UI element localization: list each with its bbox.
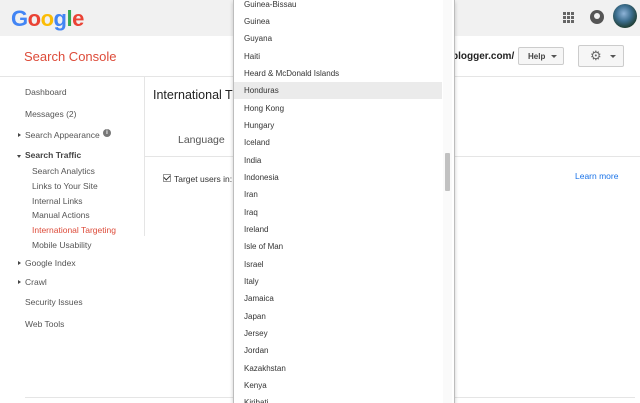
help-label: Help — [528, 52, 546, 61]
info-icon[interactable]: i — [103, 129, 111, 137]
sidebar-subitem-manual-actions[interactable]: Manual Actions — [32, 210, 90, 220]
sidebar-item-search-traffic[interactable]: Search Traffic — [25, 150, 81, 160]
target-users-label: Target users in: — [174, 174, 233, 184]
notifications-account-icon[interactable] — [590, 10, 604, 24]
google-logo[interactable]: Google — [11, 6, 84, 32]
dropdown-option[interactable]: Jordan — [234, 342, 442, 359]
dropdown-option[interactable]: Guinea-Bissau — [234, 0, 442, 13]
dropdown-option-highlighted[interactable]: Honduras — [234, 82, 442, 99]
sidebar-item-search-appearance[interactable]: Search Appearance — [25, 130, 100, 140]
sidebar-item-google-index[interactable]: Google Index — [25, 258, 76, 268]
dropdown-option[interactable]: Kiribati — [234, 394, 442, 403]
sidebar-subitem-links-to-site[interactable]: Links to Your Site — [32, 181, 98, 191]
dropdown-option[interactable]: Kenya — [234, 377, 442, 394]
chevron-down-icon — [17, 155, 21, 158]
learn-more-link[interactable]: Learn more — [575, 171, 618, 181]
dropdown-option[interactable]: Iraq — [234, 204, 442, 221]
help-button[interactable]: Help — [518, 47, 564, 65]
sidebar-item-web-tools[interactable]: Web Tools — [25, 319, 64, 329]
dropdown-option[interactable]: Guyana — [234, 30, 442, 47]
dropdown-option[interactable]: India — [234, 152, 442, 169]
dropdown-option[interactable]: Indonesia — [234, 169, 442, 186]
sidebar-subitem-international-targeting[interactable]: International Targeting — [32, 225, 116, 235]
sidebar-item-dashboard[interactable]: Dashboard — [25, 87, 67, 97]
dropdown-option[interactable]: Ireland — [234, 221, 442, 238]
site-url[interactable]: blogger.com/ — [452, 51, 514, 62]
sidebar-item-security-issues[interactable]: Security Issues — [25, 297, 83, 307]
dropdown-option[interactable]: Heard & McDonald Islands — [234, 65, 442, 82]
dropdown-option[interactable]: Japan — [234, 308, 442, 325]
chevron-right-icon — [18, 280, 21, 284]
settings-button[interactable]: ⚙ — [578, 45, 624, 67]
country-dropdown-list[interactable]: Guinea-Bissau Guinea Guyana Haiti Heard … — [233, 0, 455, 403]
chevron-right-icon — [18, 133, 21, 137]
avatar[interactable] — [613, 4, 637, 28]
dropdown-option[interactable]: Italy — [234, 273, 442, 290]
dropdown-option[interactable]: Jersey — [234, 325, 442, 342]
apps-grid-icon[interactable] — [563, 12, 574, 23]
sidebar-subitem-search-analytics[interactable]: Search Analytics — [32, 166, 95, 176]
sidebar-item-crawl[interactable]: Crawl — [25, 277, 47, 287]
dropdown-option[interactable]: Jamaica — [234, 290, 442, 307]
dropdown-option[interactable]: Isle of Man — [234, 238, 442, 255]
dropdown-option[interactable]: Guinea — [234, 13, 442, 30]
chevron-down-icon — [551, 55, 557, 58]
sidebar-item-messages[interactable]: Messages (2) — [25, 109, 77, 119]
dropdown-scrollbar-track[interactable] — [443, 0, 452, 403]
dropdown-option[interactable]: Iceland — [234, 134, 442, 151]
sidebar-subitem-mobile-usability[interactable]: Mobile Usability — [32, 240, 92, 250]
dropdown-option[interactable]: Hungary — [234, 117, 442, 134]
product-title[interactable]: Search Console — [24, 49, 117, 64]
dropdown-option[interactable]: Kazakhstan — [234, 360, 442, 377]
page-title: International T — [153, 88, 233, 102]
sidebar-subitem-internal-links[interactable]: Internal Links — [32, 196, 83, 206]
dropdown-option[interactable]: Hong Kong — [234, 100, 442, 117]
chevron-down-icon — [610, 55, 616, 58]
chevron-right-icon — [18, 261, 21, 265]
dropdown-option[interactable]: Iran — [234, 186, 442, 203]
target-users-checkbox[interactable] — [163, 174, 171, 182]
tab-language[interactable]: Language — [178, 134, 225, 146]
dropdown-option[interactable]: Israel — [234, 256, 442, 273]
dropdown-option[interactable]: Haiti — [234, 48, 442, 65]
dropdown-scrollbar-thumb[interactable] — [445, 153, 450, 191]
gear-icon: ⚙ — [590, 48, 602, 63]
